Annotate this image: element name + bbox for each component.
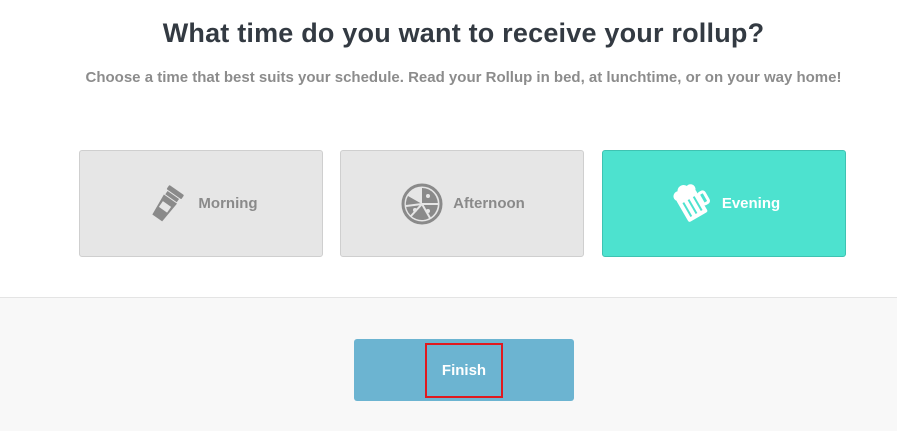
- page-title: What time do you want to receive your ro…: [162, 18, 765, 48]
- option-morning[interactable]: Morning: [79, 150, 323, 257]
- option-evening[interactable]: Evening: [602, 150, 846, 257]
- option-morning-label: Morning: [198, 195, 258, 212]
- highlight-box: [425, 343, 503, 398]
- pizza-icon: [399, 181, 445, 227]
- page-subtitle: Choose a time that best suits your sched…: [85, 69, 842, 86]
- option-evening-label: Evening: [721, 195, 781, 212]
- beer-mug-icon: [668, 181, 714, 227]
- coffee-cup-icon: [144, 181, 190, 227]
- option-afternoon-label: Afternoon: [453, 195, 525, 212]
- option-afternoon[interactable]: Afternoon: [340, 150, 584, 257]
